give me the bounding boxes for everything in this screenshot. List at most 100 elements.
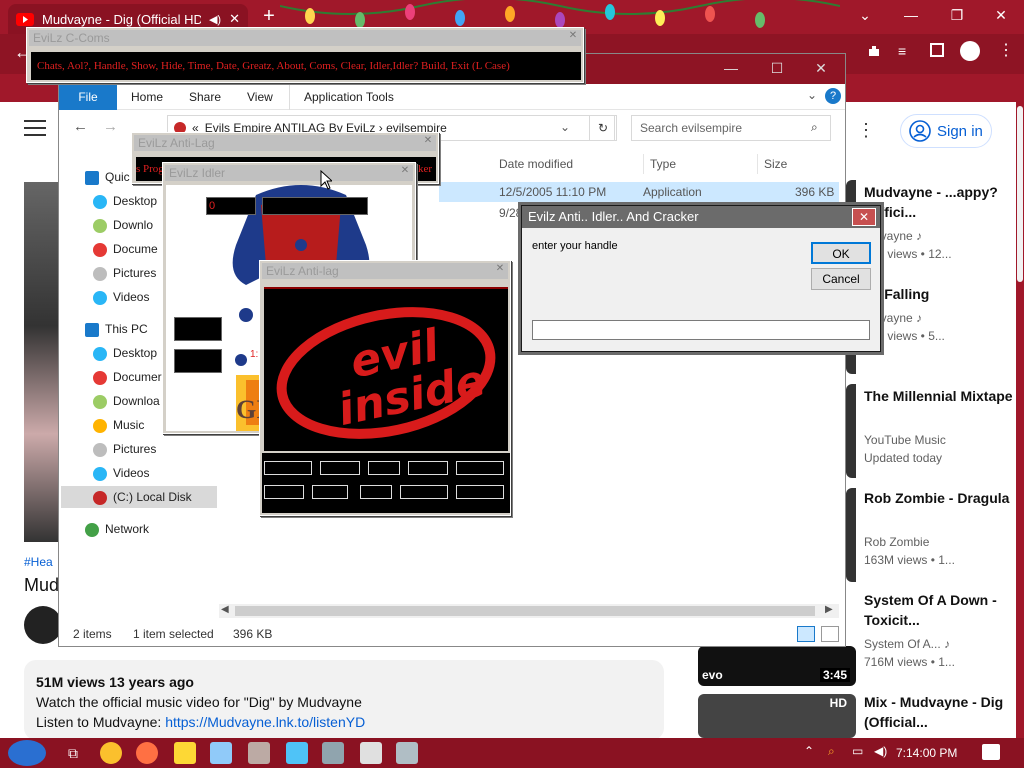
recommendation-thumbnail[interactable]: HD — [698, 694, 856, 738]
ok-button[interactable]: OK — [811, 242, 871, 264]
new-tab-button[interactable]: + — [258, 6, 280, 28]
profile-avatar-icon[interactable] — [960, 41, 980, 61]
tab-share[interactable]: Share — [189, 84, 221, 110]
side-panel-icon[interactable] — [930, 43, 944, 57]
recommendation-title[interactable]: System Of A Down - Toxicit... — [864, 590, 1014, 630]
chevron-down-icon[interactable]: ⌄ — [842, 0, 888, 30]
idler-field[interactable] — [174, 317, 222, 341]
restore-button[interactable]: ❐ — [934, 0, 980, 30]
antilag-option-button[interactable] — [408, 461, 448, 475]
start-button[interactable] — [8, 740, 46, 766]
recommendation-title[interactable]: Mudvayne - ...appy? (Offici... — [864, 182, 1014, 222]
chrome-icon[interactable] — [100, 742, 122, 764]
horizontal-scrollbar[interactable]: ◀ ▶ — [219, 604, 839, 618]
forward-arrow-icon[interactable]: → — [103, 118, 118, 135]
speaker-icon[interactable]: ◀) — [209, 13, 221, 26]
antilag-close-button[interactable]: ✕ — [421, 135, 435, 147]
recommendation-title[interactable]: Mix - Mudvayne - Dig (Official... — [864, 692, 1014, 732]
close-window-button[interactable]: ✕ — [978, 0, 1024, 30]
recommendation-thumbnail[interactable] — [846, 384, 856, 478]
app-icon[interactable] — [248, 742, 270, 764]
nav-item-music[interactable]: Music — [93, 414, 144, 436]
cancel-button[interactable]: Cancel — [811, 268, 871, 290]
app-icon[interactable] — [322, 742, 344, 764]
details-view-icon[interactable] — [797, 626, 815, 642]
ccoms-title-bar[interactable]: EviLz C-Coms — [29, 30, 581, 46]
nav-item-documents[interactable]: Docume — [93, 238, 158, 260]
recommendation-title[interactable]: The Millennial Mixtape — [864, 386, 1014, 406]
recommendation-thumbnail[interactable] — [846, 488, 856, 582]
nav-item-downloads[interactable]: Downloa — [93, 390, 160, 412]
idler-title-bar[interactable]: EviLz Idler — [165, 165, 413, 181]
channel-avatar[interactable] — [24, 606, 62, 644]
explorer-close-button[interactable]: ✕ — [801, 56, 841, 80]
nav-item-downloads[interactable]: Downlo — [93, 214, 153, 236]
sign-in-button[interactable]: Sign in — [900, 114, 992, 148]
app-icon[interactable] — [286, 742, 308, 764]
tab-home[interactable]: Home — [131, 84, 163, 110]
extensions-icon[interactable] — [866, 43, 882, 59]
column-header-date[interactable]: Date modified — [499, 154, 573, 174]
antilag-option-button[interactable] — [320, 461, 360, 475]
video-hashtag[interactable]: #Hea — [24, 555, 53, 569]
column-header-type[interactable]: Type — [643, 154, 676, 174]
tab-application-tools[interactable]: Application Tools — [289, 84, 394, 110]
help-icon[interactable]: ? — [825, 88, 841, 104]
nav-item-pictures[interactable]: Pictures — [93, 262, 156, 284]
horizontal-scroll-thumb[interactable] — [235, 606, 815, 616]
minimize-button[interactable]: — — [888, 0, 934, 30]
media-control-icon[interactable]: ≡ — [898, 43, 906, 59]
recommendation-title[interactable]: Rob Zombie - Dragula — [864, 488, 1014, 508]
explorer-maximize-button[interactable]: ☐ — [757, 56, 797, 80]
antilag-close-button[interactable]: ✕ — [493, 263, 507, 275]
idler-field[interactable] — [174, 349, 222, 373]
recommendation-title[interactable]: ...t Falling — [864, 284, 1014, 304]
explorer-minimize-button[interactable]: — — [711, 56, 751, 80]
antilag-option-button[interactable] — [400, 485, 448, 499]
recommendation-thumbnail[interactable]: evo 3:45 — [698, 646, 856, 686]
antilag-window-front[interactable]: EviLz Anti-lag ✕ evil inside — [259, 260, 511, 516]
firefox-icon[interactable] — [136, 742, 158, 764]
antilag-option-button[interactable] — [368, 461, 400, 475]
ribbon-expand-icon[interactable]: ⌄ — [807, 88, 817, 102]
tab-close-button[interactable]: ✕ — [229, 11, 240, 27]
nav-quick-access[interactable]: Quic — [85, 166, 130, 188]
nav-network[interactable]: Network — [85, 518, 149, 540]
antilag-title-bar[interactable]: EviLz Anti-Lag — [134, 135, 436, 151]
nav-item-local-disk[interactable]: (C:) Local Disk — [61, 486, 217, 508]
network-tray-icon[interactable]: ▭ — [852, 744, 863, 758]
nav-item-pictures[interactable]: Pictures — [93, 438, 156, 460]
ccoms-window[interactable]: EviLz C-Coms ✕ Chats, Aol?, Handle, Show… — [26, 27, 584, 83]
more-options-icon[interactable]: ⋮ — [857, 121, 875, 141]
nav-item-videos[interactable]: Videos — [93, 286, 149, 308]
app-icon[interactable] — [360, 742, 382, 764]
file-explorer-icon[interactable] — [174, 742, 196, 764]
notifications-icon[interactable] — [982, 744, 1000, 760]
task-view-icon[interactable]: ⧉ — [62, 742, 84, 764]
taskbar-clock[interactable]: 7:14:00 PM — [896, 738, 957, 768]
column-header-size[interactable]: Size — [757, 154, 787, 174]
antilag-option-button[interactable] — [456, 461, 504, 475]
dialog-title[interactable]: Evilz Anti.. Idler.. And Cracker — [522, 206, 880, 228]
refresh-button[interactable]: ↻ — [589, 115, 617, 141]
antilag-option-button[interactable] — [360, 485, 392, 499]
tray-chevron-icon[interactable]: ⌃ — [804, 744, 814, 758]
nav-item-documents[interactable]: Documer — [93, 366, 162, 388]
tiles-view-icon[interactable] — [821, 626, 839, 642]
nav-item-videos[interactable]: Videos — [93, 462, 149, 484]
handle-input[interactable] — [532, 320, 870, 340]
idler-close-button[interactable]: ✕ — [398, 165, 412, 177]
antilag-option-button[interactable] — [264, 461, 312, 475]
page-scrollbar-thumb[interactable] — [1017, 106, 1023, 282]
menu-icon[interactable] — [24, 120, 46, 138]
nav-this-pc[interactable]: This PC — [85, 318, 148, 340]
antilag-option-button[interactable] — [312, 485, 348, 499]
antilag-title-bar[interactable]: EviLz Anti-lag — [262, 263, 508, 279]
browser-menu-icon[interactable]: ⋮ — [998, 40, 1014, 60]
tab-file[interactable]: File — [59, 84, 117, 110]
search-icon[interactable]: ⌕ — [828, 744, 835, 759]
ccoms-close-button[interactable]: ✕ — [566, 30, 580, 42]
antilag-option-button[interactable] — [456, 485, 504, 499]
dialog-close-button[interactable]: ✕ — [852, 208, 876, 226]
app-icon[interactable] — [210, 742, 232, 764]
